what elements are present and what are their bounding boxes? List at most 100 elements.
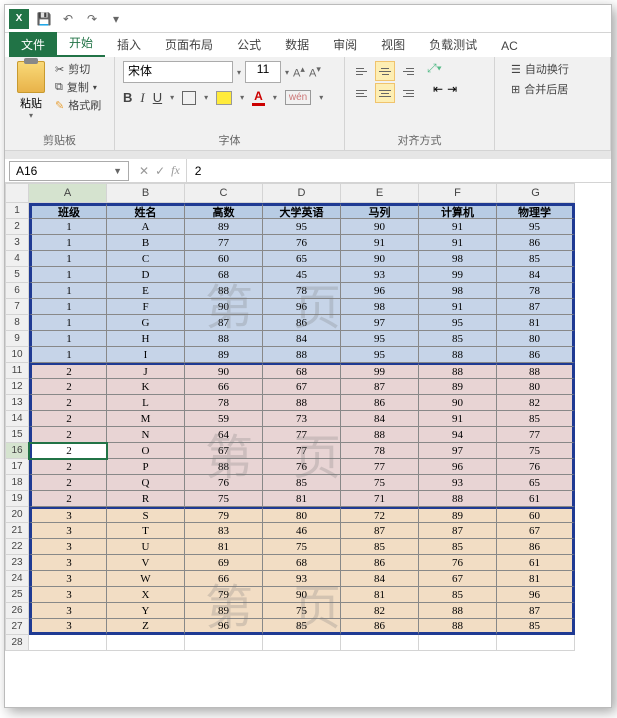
cell[interactable]: Y	[107, 603, 185, 619]
cell[interactable]: 87	[185, 315, 263, 331]
cell[interactable]: 88	[185, 283, 263, 299]
cell[interactable]: 89	[185, 219, 263, 235]
cell[interactable]: 93	[341, 267, 419, 283]
cell[interactable]: 61	[497, 491, 575, 507]
cell[interactable]: C	[107, 251, 185, 267]
orientation-button[interactable]: ⤢▾	[427, 61, 457, 76]
cell[interactable]: 89	[419, 507, 497, 523]
cell[interactable]: 98	[341, 299, 419, 315]
cell[interactable]: 66	[185, 379, 263, 395]
tab-insert[interactable]: 插入	[105, 32, 153, 57]
cell[interactable]: 69	[185, 555, 263, 571]
row-header[interactable]: 26	[5, 603, 29, 619]
cell[interactable]: 86	[497, 347, 575, 363]
cell[interactable]: B	[107, 235, 185, 251]
cell[interactable]: 65	[497, 475, 575, 491]
cell[interactable]: 68	[263, 363, 341, 379]
cell[interactable]: 88	[185, 459, 263, 475]
align-center[interactable]	[375, 83, 395, 103]
cell[interactable]: 1	[29, 251, 107, 267]
cell[interactable]: 76	[419, 555, 497, 571]
cell[interactable]: 75	[341, 475, 419, 491]
align-top-left[interactable]	[353, 61, 373, 81]
cell[interactable]: 85	[341, 539, 419, 555]
cell[interactable]: 3	[29, 555, 107, 571]
cell[interactable]: 65	[263, 251, 341, 267]
cell[interactable]: 3	[29, 603, 107, 619]
cell[interactable]: 87	[419, 523, 497, 539]
column-header[interactable]: A	[29, 183, 107, 203]
save-icon[interactable]: 💾	[35, 10, 53, 28]
tab-extra[interactable]: AC	[489, 35, 530, 57]
format-painter-button[interactable]: ✎格式刷	[55, 97, 101, 113]
cell[interactable]: 77	[263, 427, 341, 443]
cell[interactable]: 79	[185, 587, 263, 603]
cell[interactable]: 89	[419, 379, 497, 395]
row-header[interactable]: 22	[5, 539, 29, 555]
cell[interactable]: 86	[341, 555, 419, 571]
border-button[interactable]	[182, 91, 196, 105]
underline-button[interactable]: U	[153, 90, 162, 105]
cell[interactable]: 91	[419, 219, 497, 235]
cell[interactable]: 96	[185, 619, 263, 635]
fx-icon[interactable]: fx	[171, 163, 180, 178]
cell[interactable]: 90	[185, 299, 263, 315]
cell[interactable]: O	[107, 443, 185, 459]
merge-center-button[interactable]: ⊞合并后居	[511, 81, 602, 97]
cell[interactable]: G	[107, 315, 185, 331]
cell[interactable]: 81	[497, 571, 575, 587]
cell[interactable]: 95	[341, 331, 419, 347]
cell[interactable]: 84	[263, 331, 341, 347]
cell[interactable]: 90	[185, 363, 263, 379]
cell[interactable]: 88	[419, 347, 497, 363]
row-header[interactable]: 18	[5, 475, 29, 491]
cell[interactable]: 1	[29, 347, 107, 363]
cut-button[interactable]: ✂剪切	[55, 61, 101, 77]
tab-file[interactable]: 文件	[9, 32, 57, 57]
cell[interactable]: 76	[497, 459, 575, 475]
cell[interactable]: 班级	[29, 203, 107, 219]
cell[interactable]: 马列	[341, 203, 419, 219]
cell[interactable]: 2	[29, 395, 107, 411]
row-header[interactable]: 9	[5, 331, 29, 347]
cell[interactable]: 97	[419, 443, 497, 459]
cell[interactable]: K	[107, 379, 185, 395]
cell[interactable]: 61	[497, 555, 575, 571]
cell[interactable]: 88	[497, 363, 575, 379]
cell[interactable]: 85	[419, 331, 497, 347]
cell[interactable]: 80	[263, 507, 341, 523]
cell[interactable]: 3	[29, 587, 107, 603]
cell[interactable]: 大学英语	[263, 203, 341, 219]
row-header[interactable]: 1	[5, 203, 29, 219]
cell[interactable]: 3	[29, 619, 107, 635]
cell[interactable]: 96	[341, 283, 419, 299]
cell[interactable]: 85	[497, 619, 575, 635]
row-header[interactable]: 14	[5, 411, 29, 427]
cell[interactable]: 93	[419, 475, 497, 491]
cell[interactable]: 76	[263, 235, 341, 251]
cell[interactable]: 76	[263, 459, 341, 475]
cell[interactable]: 88	[419, 619, 497, 635]
cell[interactable]: 99	[341, 363, 419, 379]
cell[interactable]: 87	[497, 299, 575, 315]
tab-view[interactable]: 视图	[369, 32, 417, 57]
row-header[interactable]: 20	[5, 507, 29, 523]
cell[interactable]: 计算机	[419, 203, 497, 219]
cell[interactable]: 86	[341, 395, 419, 411]
cell[interactable]: 64	[185, 427, 263, 443]
cell[interactable]: 46	[263, 523, 341, 539]
cell[interactable]: I	[107, 347, 185, 363]
cell[interactable]: 96	[419, 459, 497, 475]
row-header[interactable]: 7	[5, 299, 29, 315]
cell[interactable]: 81	[341, 587, 419, 603]
cell[interactable]: 85	[263, 475, 341, 491]
tab-load-test[interactable]: 负载测试	[417, 32, 489, 57]
undo-icon[interactable]: ↶	[59, 10, 77, 28]
cell[interactable]: 66	[185, 571, 263, 587]
cell[interactable]: M	[107, 411, 185, 427]
cell[interactable]: 2	[29, 459, 107, 475]
decrease-font-icon[interactable]: A▾	[309, 64, 321, 80]
cell[interactable]: 2	[29, 427, 107, 443]
row-header[interactable]: 6	[5, 283, 29, 299]
fill-color-button[interactable]	[216, 91, 232, 105]
